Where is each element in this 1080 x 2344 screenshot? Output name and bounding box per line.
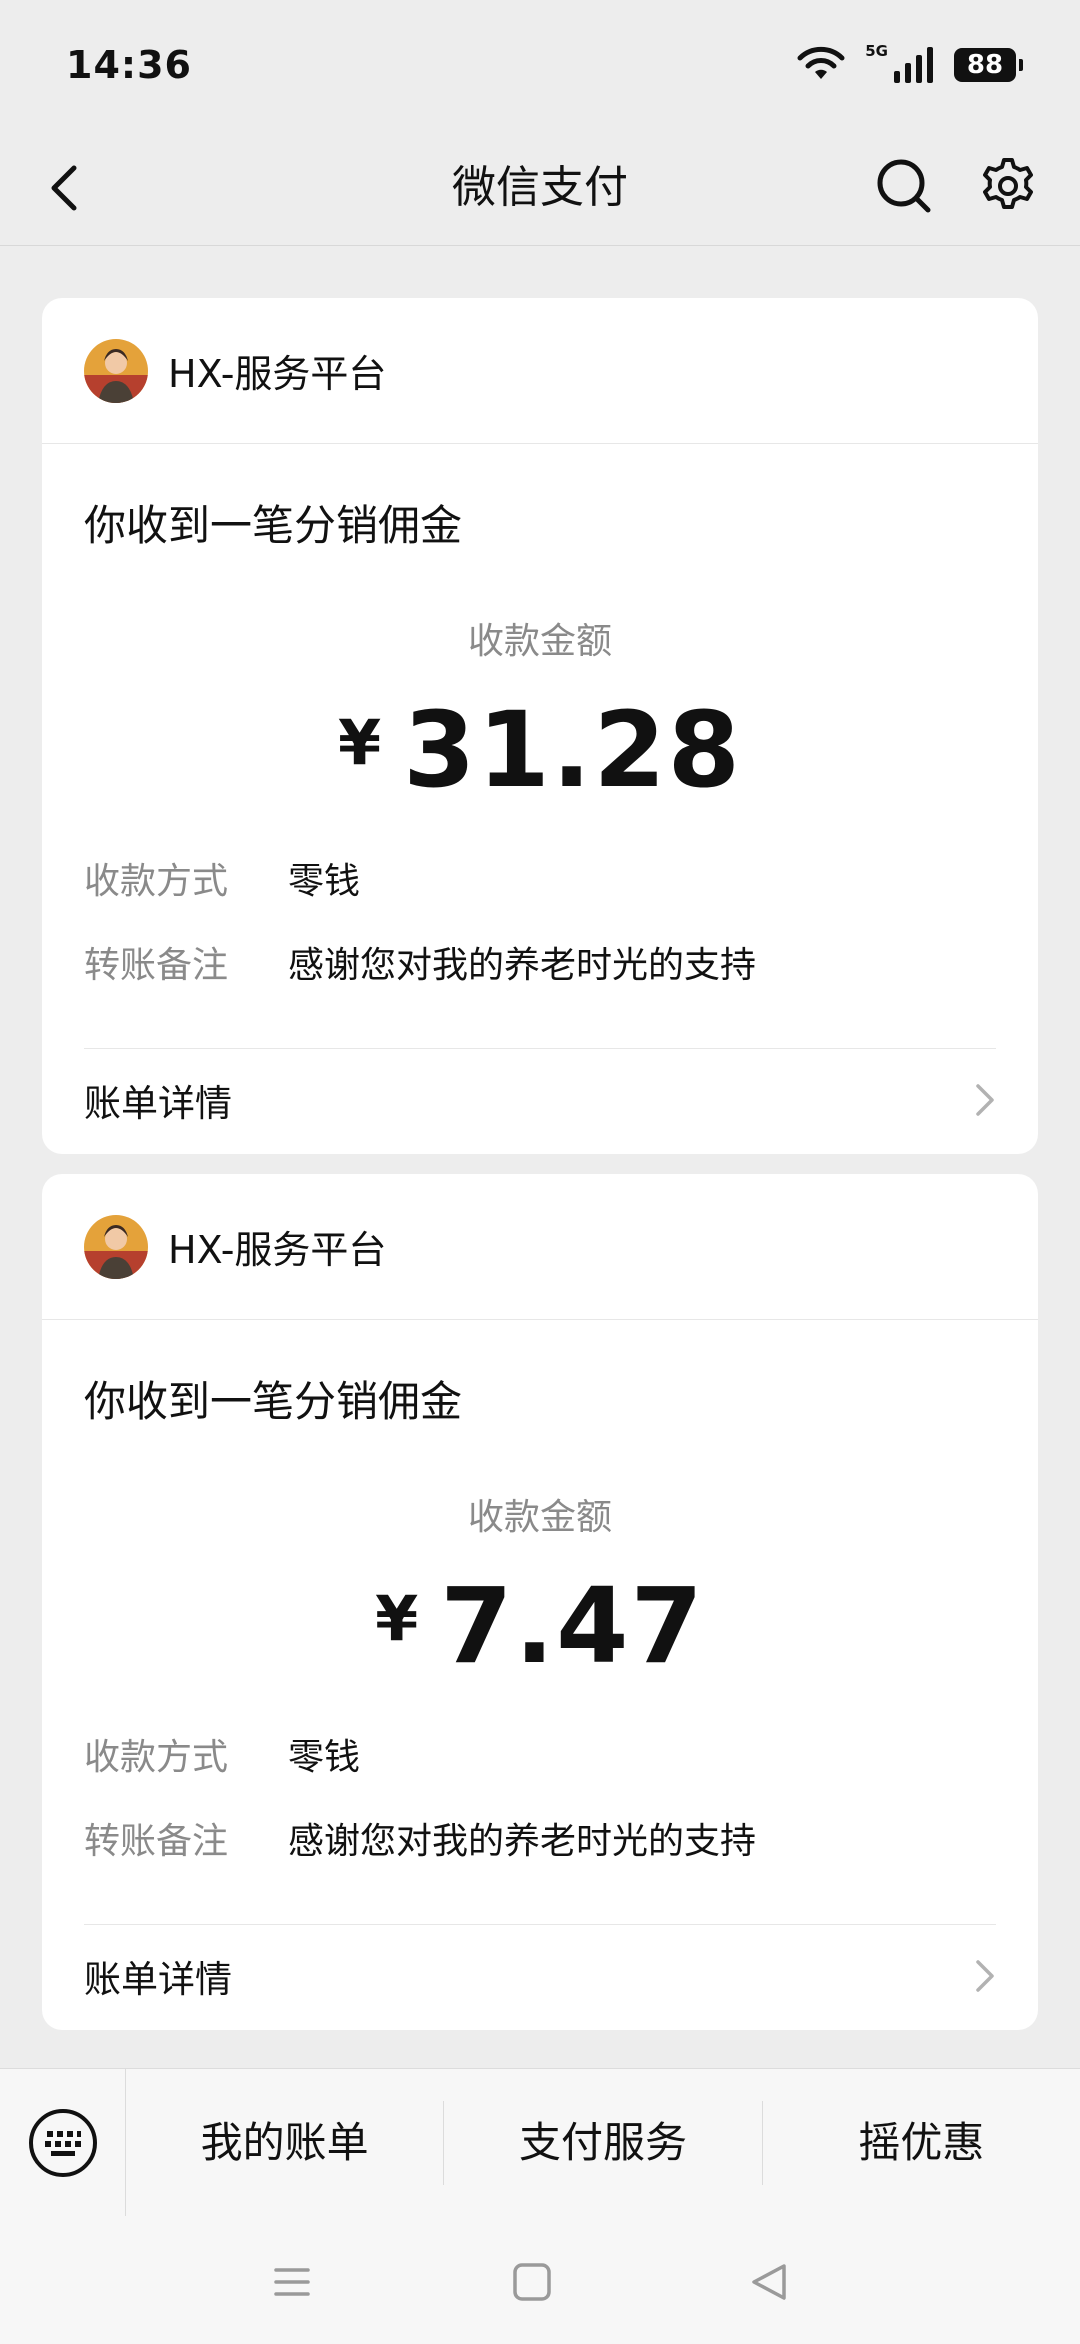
transfer-note-value: 感谢您对我的养老时光的支持 xyxy=(288,1821,757,1862)
transfer-note-row: 转账备注 感谢您对我的养老时光的支持 xyxy=(84,1812,756,1864)
merchant-name: HX-服务平台 xyxy=(168,352,387,396)
amount-label: 收款金额 xyxy=(467,621,612,662)
menu-my-bills[interactable]: 我的账单 xyxy=(126,2100,445,2185)
network-type: 5G xyxy=(865,42,888,60)
battery-level: 88 xyxy=(966,50,1004,80)
back-triangle-icon[interactable] xyxy=(746,2258,794,2306)
menu-payment-services[interactable]: 支付服务 xyxy=(444,2100,763,2185)
payment-method-label: 收款方式 xyxy=(84,1737,229,1778)
card-header[interactable]: HX-服务平台 xyxy=(42,298,1038,444)
status-icons: 5G 88 xyxy=(795,42,1023,85)
divider xyxy=(84,1048,996,1049)
payment-card: HX-服务平台 你收到一笔分销佣金 收款金额 ¥ 7.47 收款方式 零钱 转账… xyxy=(42,1174,1038,2030)
card-title: 你收到一笔分销佣金 xyxy=(84,1377,463,1426)
home-icon[interactable] xyxy=(508,2258,556,2306)
wifi-icon xyxy=(797,46,845,79)
gear-icon[interactable] xyxy=(976,154,1040,218)
transfer-note-label: 转账备注 xyxy=(84,945,229,986)
avatar xyxy=(84,338,148,403)
menu-shake-discounts[interactable]: 摇优惠 xyxy=(763,2101,1080,2185)
amount-value: 31.28 xyxy=(403,689,743,811)
payment-method-row: 收款方式 零钱 xyxy=(84,1728,360,1780)
card-header[interactable]: HX-服务平台 xyxy=(42,1174,1038,1320)
currency-symbol: ¥ xyxy=(375,1582,419,1655)
merchant-name: HX-服务平台 xyxy=(168,1228,387,1272)
payment-method-label: 收款方式 xyxy=(84,861,229,902)
payment-method-row: 收款方式 零钱 xyxy=(84,852,360,904)
card-title: 你收到一笔分销佣金 xyxy=(84,501,463,550)
transfer-note-value: 感谢您对我的养老时光的支持 xyxy=(288,945,757,986)
amount: ¥ 7.47 xyxy=(42,1574,1038,1678)
amount: ¥ 31.28 xyxy=(42,698,1038,802)
transfer-note-label: 转账备注 xyxy=(84,1821,229,1862)
amount-label: 收款金额 xyxy=(467,1497,612,1538)
signal-icon xyxy=(894,47,933,83)
bill-detail-link[interactable]: 账单详情 xyxy=(42,1050,1038,1150)
menu-icon[interactable] xyxy=(268,2258,316,2306)
payment-method-value: 零钱 xyxy=(288,1737,361,1778)
nav-bar: 微信支付 xyxy=(0,130,1080,246)
bill-detail-label: 账单详情 xyxy=(84,1082,232,1125)
bill-detail-link[interactable]: 账单详情 xyxy=(42,1926,1038,2026)
chevron-right-icon xyxy=(976,1960,994,1992)
divider xyxy=(84,1924,996,1925)
payment-card: HX-服务平台 你收到一笔分销佣金 收款金额 ¥ 31.28 收款方式 零钱 转… xyxy=(42,298,1038,1154)
chevron-right-icon xyxy=(976,1084,994,1116)
amount-value: 7.47 xyxy=(440,1565,705,1687)
transfer-note-row: 转账备注 感谢您对我的养老时光的支持 xyxy=(84,936,756,988)
bottom-menu: 我的账单 支付服务 摇优惠 xyxy=(0,2068,1080,2217)
system-nav-bar xyxy=(0,2216,1080,2344)
status-bar: 14:36 5G 88 xyxy=(0,0,1080,130)
payment-method-value: 零钱 xyxy=(288,861,361,902)
currency-symbol: ¥ xyxy=(337,706,382,779)
keyboard-toggle-button[interactable] xyxy=(0,2068,126,2217)
status-time: 14:36 xyxy=(66,43,192,87)
bill-detail-label: 账单详情 xyxy=(84,1958,232,2001)
battery-icon: 88 xyxy=(954,48,1023,82)
avatar xyxy=(84,1214,148,1279)
keyboard-icon xyxy=(28,2108,97,2177)
search-icon[interactable] xyxy=(872,154,936,218)
